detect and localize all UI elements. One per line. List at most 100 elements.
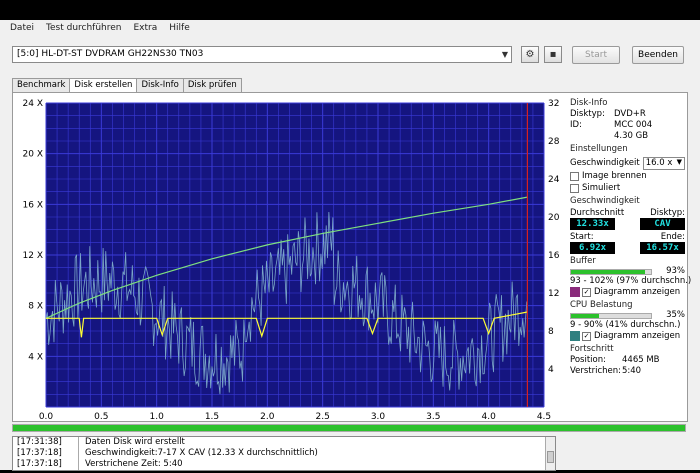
cpu-range: 9 - 90% (41% durchschn.) (570, 320, 681, 330)
exit-button[interactable]: Beenden (632, 46, 684, 64)
toolbar: [5:0] HL-DT-ST DVDRAM GH22NS30 TN03 ▼ ⚙ … (12, 44, 692, 66)
tab-disk-erstellen[interactable]: Disk erstellen (69, 78, 138, 93)
speed-title: Geschwindigkeit (570, 196, 640, 206)
cpu-bar-fill (571, 314, 599, 318)
y-right-tick-label: 4 (548, 365, 554, 375)
start-button[interactable]: Start (572, 46, 620, 64)
drive-select[interactable]: [5:0] HL-DT-ST DVDRAM GH22NS30 TN03 ▼ (12, 46, 512, 63)
id-value: MCC 004 (614, 120, 653, 130)
log-line: [17:37:18] Geschwindigkeit:7-17 X CAV (12… (13, 448, 555, 459)
y-right-tick-label: 8 (548, 327, 554, 337)
y-left-tick-label: 16 X (23, 200, 43, 210)
disktype-label: Disktyp: (650, 208, 685, 218)
tab-benchmark[interactable]: Benchmark (12, 78, 71, 92)
x-tick-label: 2.5 (316, 412, 330, 421)
checkbox-box: ✓ (582, 287, 591, 297)
y-left-tick-label: 8 X (28, 302, 43, 312)
tab-bar: Benchmark Disk erstellen Disk-Info Disk … (12, 78, 242, 93)
disk-info-title: Disk-Info (570, 98, 608, 108)
start-label: Start: (570, 232, 594, 242)
start-value: 6.92x (570, 242, 615, 254)
log-line: [17:37:18] Verstrichene Zeit: 5:40 (13, 459, 555, 470)
end-value: 16.57x (640, 242, 685, 254)
tab-disk-info[interactable]: Disk-Info (136, 78, 184, 92)
x-tick-label: 0.5 (94, 412, 108, 421)
elapsed-value: 5:40 (622, 366, 642, 376)
checkbox-box (570, 183, 579, 193)
y-left-tick-label: 20 X (23, 150, 43, 160)
buffer-title: Buffer (570, 256, 596, 266)
speed-select[interactable]: 16.0 x ▼ (642, 156, 685, 170)
cpu-title: CPU Belastung (570, 300, 633, 310)
menu-bar: Datei Test durchführen Extra Hilfe (0, 23, 190, 37)
burn-progress-fill (13, 425, 685, 431)
log-line: [17:31:38] Daten Disk wird erstellt (13, 437, 555, 448)
image-burn-label: Image brennen (582, 171, 647, 181)
disk-type-value: DVD+R (614, 109, 646, 119)
checkbox-box (570, 171, 579, 181)
tab-disk-pruefen[interactable]: Disk prüfen (182, 78, 242, 92)
buffer-color-swatch (570, 287, 580, 297)
y-right-tick-label: 28 (548, 137, 560, 147)
buffer-diag-label: Diagramm anzeigen (594, 287, 681, 297)
position-value: 4465 MB (622, 355, 660, 365)
avg-label: Durchschnitt (570, 208, 625, 218)
y-right-tick-label: 32 (548, 99, 559, 109)
buffer-diagram-checkbox[interactable]: ✓ Diagramm anzeigen (570, 286, 685, 298)
cav-value: CAV (640, 218, 685, 230)
log-text: Daten Disk wird erstellt (85, 437, 185, 447)
simulate-checkbox[interactable]: Simuliert (570, 182, 685, 194)
chevron-down-icon: ▼ (676, 157, 682, 166)
y-left-tick-label: 24 X (23, 99, 43, 109)
size-value: 4.30 GB (614, 131, 649, 141)
menu-extra[interactable]: Extra (134, 23, 158, 37)
log-scrollbar[interactable] (545, 437, 555, 470)
log-text: Verstrichene Zeit: 5:40 (85, 459, 183, 469)
progress-title: Fortschritt (570, 344, 614, 354)
drive-info-icon[interactable]: ⚙ (521, 46, 539, 63)
x-tick-label: 0.0 (39, 412, 54, 421)
x-tick-label: 1.0 (150, 412, 165, 421)
checkbox-box: ✓ (582, 331, 591, 341)
cpu-bar: 35% (570, 310, 685, 320)
x-tick-label: 2.0 (260, 412, 275, 421)
end-label: Ende: (660, 232, 685, 242)
id-label: ID: (570, 120, 582, 130)
x-tick-label: 1.5 (205, 412, 219, 421)
menu-hilfe[interactable]: Hilfe (169, 23, 189, 37)
elapsed-label: Verstrichen: (570, 366, 622, 376)
scroll-thumb[interactable] (547, 451, 554, 463)
y-right-tick-label: 12 (548, 289, 559, 299)
speed-chart: 0.0 0.5 1.0 1.5 2.0 2.5 3.0 3.5 4.0 4.5 4 X 8 X 12 X… (23, 99, 560, 421)
save-icon[interactable]: ▪ (544, 46, 562, 63)
log-time: [17:37:18] (17, 448, 79, 459)
log-text: Geschwindigkeit:7-17 X CAV (12.33 X durc… (85, 448, 318, 458)
y-right-tick-label: 24 (548, 175, 560, 185)
image-burn-checkbox[interactable]: Image brennen (570, 170, 685, 182)
settings-title: Einstellungen (570, 144, 628, 154)
menu-datei[interactable]: Datei (10, 23, 34, 37)
buffer-bar: 93% (570, 266, 685, 276)
x-tick-label: 3.5 (426, 412, 440, 421)
position-label: Position: (570, 355, 606, 365)
x-tick-label: 4.5 (537, 412, 551, 421)
size-label (570, 131, 610, 142)
x-tick-label: 3.0 (371, 412, 386, 421)
log-time: [17:37:18] (17, 459, 79, 470)
x-tick-label: 4.0 (482, 412, 497, 421)
log-panel[interactable]: [17:31:38] Daten Disk wird erstellt [17:3… (12, 436, 556, 471)
simulate-label: Simuliert (582, 183, 621, 193)
sidebar: Disk-Info Disktyp: DVD+R ID: MCC 004 4.30 … (570, 98, 691, 377)
chevron-down-icon: ▼ (501, 50, 508, 59)
cpu-diagram-checkbox[interactable]: ✓ Diagramm anzeigen (570, 330, 685, 342)
app-window: Datei Test durchführen Extra Hilfe [5:0]… (0, 20, 700, 471)
menu-test[interactable]: Test durchführen (46, 23, 121, 37)
drive-select-value: [5:0] HL-DT-ST DVDRAM GH22NS30 TN03 (17, 49, 204, 59)
y-right-tick-label: 16 (548, 251, 560, 261)
y-left-tick-label: 4 X (28, 352, 43, 362)
y-right-tick-label: 20 (548, 213, 560, 223)
disk-type-label: Disktyp: (570, 109, 605, 119)
cpu-color-swatch (570, 331, 580, 341)
buffer-bar-fill (571, 270, 646, 274)
burn-progress-bar (12, 424, 686, 432)
